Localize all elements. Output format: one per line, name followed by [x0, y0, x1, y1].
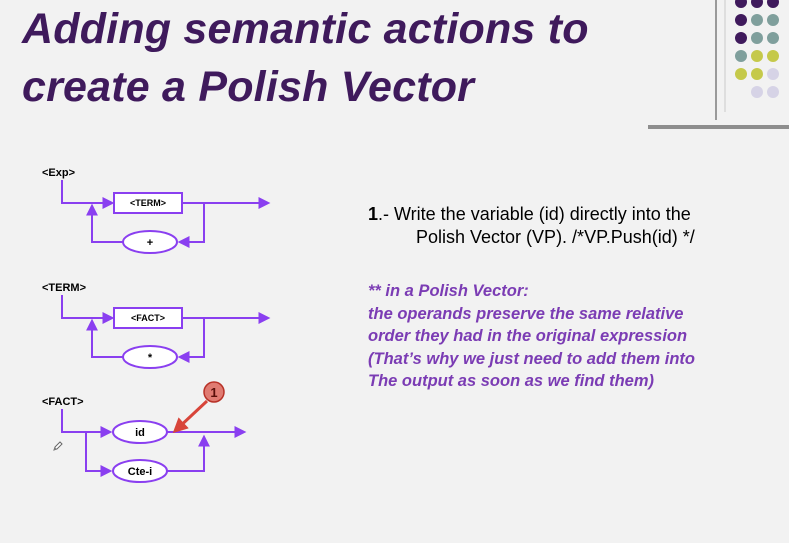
- term-box-text: <TERM>: [130, 198, 166, 208]
- decorative-dot: [767, 86, 779, 98]
- decorative-dot: [751, 68, 763, 80]
- cte-node-text: Cte-i: [128, 466, 152, 478]
- fact-box-text: <FACT>: [131, 313, 165, 323]
- decorative-dot: [767, 68, 779, 80]
- step-text-line-2: Polish Vector (VP). /*VP.Push(id) */: [416, 227, 695, 247]
- slide-title-line-1: Adding semantic actions to: [22, 5, 589, 53]
- marker-badge-text: 1: [210, 385, 217, 400]
- decorative-dot: [767, 32, 779, 44]
- decorative-dot: [735, 68, 747, 80]
- decorative-dot: [751, 50, 763, 62]
- polish-vector-note: ** in a Polish Vector: the operands pres…: [368, 280, 778, 393]
- note-line-2: the operands preserve the same relative: [368, 304, 684, 323]
- decorative-dot: [767, 50, 779, 62]
- term-rule: <TERM> <FACT> *: [42, 282, 271, 369]
- slide-title-line-2: create a Polish Vector: [22, 63, 475, 111]
- exp-rule: <Exp> <TERM> +: [42, 167, 271, 254]
- slide-title: Adding semantic actions to create a Poli…: [22, 0, 589, 116]
- exp-label: <Exp>: [42, 167, 75, 179]
- decorative-dot: [751, 0, 763, 8]
- step-instruction: 1.- Write the variable (id) directly int…: [368, 203, 768, 249]
- step-text-line-1: .- Write the variable (id) directly into…: [378, 204, 691, 224]
- decorative-dot: [735, 32, 747, 44]
- decorative-dot: [735, 14, 747, 26]
- plus-node-text: +: [147, 237, 153, 249]
- decorative-dot: [735, 0, 747, 8]
- marker-arrow: [172, 399, 209, 434]
- decorative-dot: [767, 14, 779, 26]
- fact-label: <FACT>: [42, 396, 84, 408]
- decorative-dot: [767, 0, 779, 8]
- decorative-dot-grid: [735, 0, 779, 98]
- decorative-dot: [751, 86, 763, 98]
- step-number: 1: [368, 204, 379, 224]
- star-node-text: *: [148, 352, 153, 364]
- note-line-1: ** in a Polish Vector:: [368, 282, 529, 300]
- decorative-dot: [751, 32, 763, 44]
- term-label: <TERM>: [42, 282, 86, 294]
- note-line-4: (That’s why we just need to add them int…: [368, 349, 695, 368]
- note-line-3: order they had in the original expressio…: [368, 327, 688, 345]
- fact-rule: <FACT> id Cte-i 1: [42, 381, 247, 483]
- decorative-dot: [735, 50, 747, 62]
- decorative-dot: [751, 14, 763, 26]
- pencil-icon: [53, 441, 63, 451]
- note-line-5: The output as soon as we find them): [368, 372, 655, 390]
- id-node-text: id: [135, 427, 145, 439]
- syntax-diagram: <Exp> <TERM> + <TERM> <FACT> * <FACT> id…: [42, 167, 271, 483]
